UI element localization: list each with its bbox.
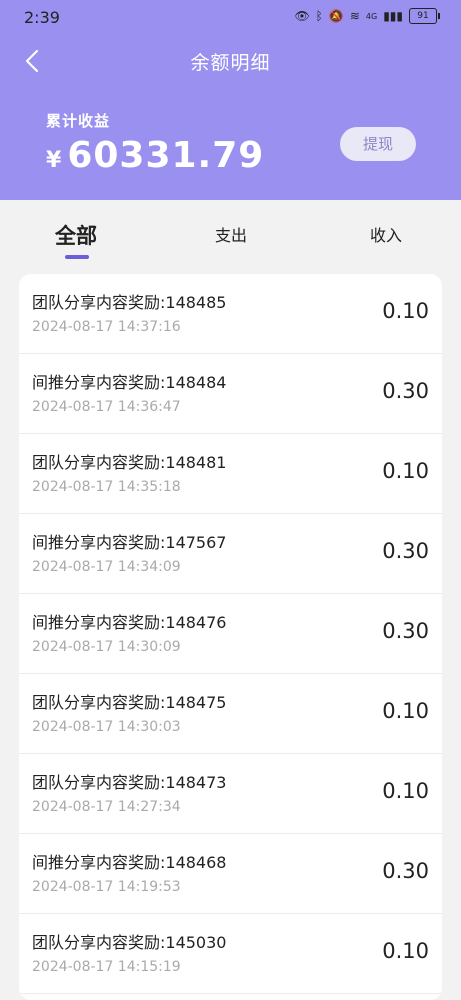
status-icons: 👁 ᛒ 🔕 ≋ 4G ▮▮▮ 91 [294, 8, 440, 24]
earnings-label: 累计收益 [46, 112, 111, 130]
record-time: 2024-08-17 14:36:47 [32, 399, 181, 415]
record-title: 团队分享内容奖励:148485 [32, 293, 227, 312]
record-title: 间推分享内容奖励:148484 [32, 373, 227, 392]
status-bar: 2:39 👁 ᛒ 🔕 ≋ 4G ▮▮▮ 91 [0, 0, 461, 34]
record-title: 团队分享内容奖励:148473 [32, 773, 227, 792]
record-time: 2024-08-17 14:15:19 [32, 959, 181, 975]
record-time: 2024-08-17 14:34:09 [32, 559, 181, 575]
bluetooth-icon: ᛒ [315, 9, 323, 23]
record-amount: 0.10 [382, 459, 429, 483]
record-title: 团队分享内容奖励:148481 [32, 453, 227, 472]
header-banner: 2:39 👁 ᛒ 🔕 ≋ 4G ▮▮▮ 91 余额明细 累计收益 ¥ 60331… [0, 0, 461, 200]
signal-icon: ▮▮▮ [383, 9, 403, 23]
currency-symbol: ¥ [46, 148, 62, 173]
list-item[interactable]: 间推分享内容奖励:148468 2024-08-17 14:19:53 0.30 [19, 834, 442, 914]
record-time: 2024-08-17 14:19:53 [32, 879, 181, 895]
record-title: 间推分享内容奖励:147567 [32, 533, 227, 552]
record-time: 2024-08-17 14:30:09 [32, 639, 181, 655]
record-time: 2024-08-17 14:30:03 [32, 719, 181, 735]
mute-icon: 🔕 [328, 9, 344, 23]
tab-income[interactable]: 收入 [370, 222, 402, 246]
record-amount: 0.10 [382, 939, 429, 963]
tab-all[interactable]: 全部 [55, 220, 97, 250]
eye-icon: 👁 [294, 9, 310, 23]
record-amount: 0.10 [382, 779, 429, 803]
battery-icon: 91 [409, 8, 440, 24]
tab-expense[interactable]: 支出 [215, 222, 247, 246]
record-time: 2024-08-17 14:37:16 [32, 319, 181, 335]
earnings-amount: ¥ 60331.79 [46, 135, 264, 176]
list-item[interactable]: 间推分享内容奖励:148476 2024-08-17 14:30:09 0.30 [19, 594, 442, 674]
record-title: 团队分享内容奖励:148475 [32, 693, 227, 712]
network-label: 4G [365, 11, 378, 21]
earnings-value: 60331.79 [67, 135, 265, 176]
list-item[interactable]: 间推分享内容奖励:148484 2024-08-17 14:36:47 0.30 [19, 354, 442, 434]
filter-tabs: 全部 支出 收入 [0, 200, 461, 270]
list-item[interactable]: 团队分享内容奖励:148473 2024-08-17 14:27:34 0.10 [19, 754, 442, 834]
record-amount: 0.10 [382, 299, 429, 323]
record-amount: 0.30 [382, 859, 429, 883]
record-amount: 0.30 [382, 379, 429, 403]
record-amount: 0.10 [382, 699, 429, 723]
record-time: 2024-08-17 14:27:34 [32, 799, 181, 815]
records-list: 团队分享内容奖励:148485 2024-08-17 14:37:16 0.10… [19, 274, 442, 1000]
record-title: 间推分享内容奖励:148476 [32, 613, 227, 632]
list-item[interactable]: 团队分享内容奖励:145030 2024-08-17 14:15:19 0.10 [19, 914, 442, 994]
active-tab-indicator [65, 255, 89, 259]
page-title: 余额明细 [190, 52, 271, 74]
record-amount: 0.30 [382, 539, 429, 563]
record-title: 团队分享内容奖励:145030 [32, 933, 227, 952]
list-item[interactable]: 团队分享内容奖励:148481 2024-08-17 14:35:18 0.10 [19, 434, 442, 514]
record-time: 2024-08-17 14:35:18 [32, 479, 181, 495]
record-amount: 0.30 [382, 619, 429, 643]
list-item[interactable]: 间推分享内容奖励:147567 2024-08-17 14:34:09 0.30 [19, 514, 442, 594]
record-title: 间推分享内容奖励:148468 [32, 853, 227, 872]
list-item[interactable]: 团队分享内容奖励:148485 2024-08-17 14:37:16 0.10 [19, 274, 442, 354]
wifi-icon: ≋ [349, 9, 360, 23]
status-time: 2:39 [24, 8, 60, 27]
list-item[interactable]: 团队分享内容奖励:148475 2024-08-17 14:30:03 0.10 [19, 674, 442, 754]
withdraw-button[interactable]: 提现 [340, 127, 416, 161]
